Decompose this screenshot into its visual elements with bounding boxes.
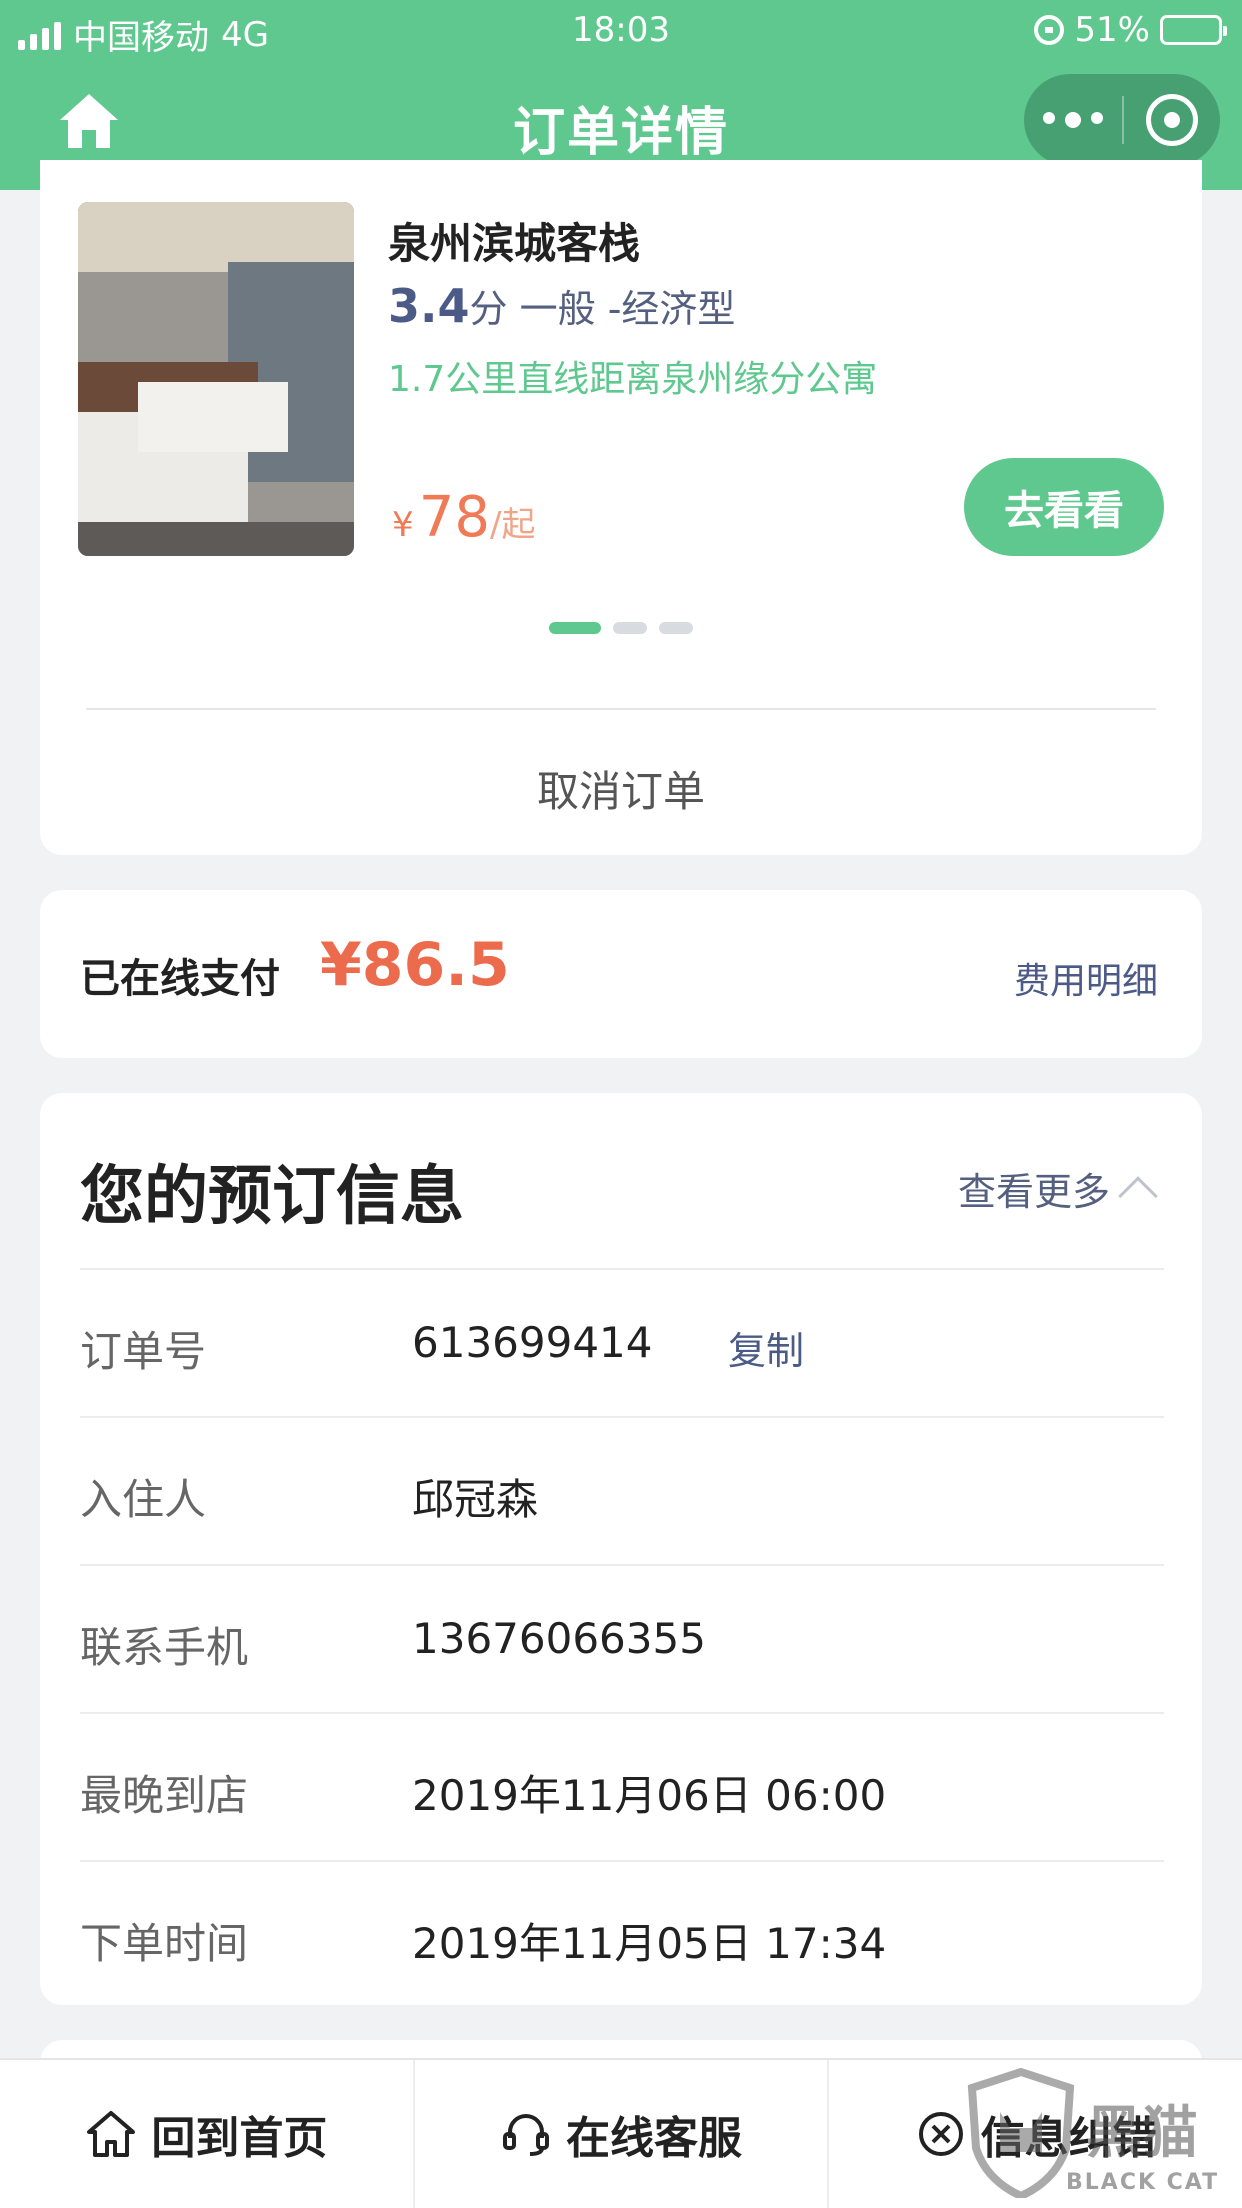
info-key: 最晚到店: [80, 1771, 249, 1820]
carousel-dot-1[interactable]: [549, 622, 601, 634]
price-unit: /起: [490, 505, 536, 545]
info-row-guest: 入住人 邱冠森: [80, 1416, 1164, 1564]
orientation-lock-icon: [1034, 15, 1065, 45]
home-tab-button[interactable]: 回到首页: [0, 2060, 413, 2208]
paid-label: 已在线支付: [80, 956, 280, 1002]
hotel-name[interactable]: 泉州滨城客栈: [388, 210, 640, 271]
hotel-score: 3.4: [388, 279, 470, 333]
house-outline-icon: [87, 2111, 136, 2157]
watermark-text: 黑猫: [1086, 2101, 1198, 2166]
close-target-icon[interactable]: [1124, 94, 1220, 146]
info-value: 2019年11月05日 17:34: [412, 1919, 887, 1968]
info-row-order-number: 订单号 613699414 复制: [80, 1268, 1164, 1416]
paid-amount: ¥86.5: [320, 930, 510, 1000]
carousel-indicator: [40, 622, 1202, 634]
hotel-score-unit: 分: [469, 287, 508, 331]
chevron-up-icon: [1118, 1175, 1158, 1216]
info-key: 入住人: [80, 1475, 207, 1524]
status-bar: 中国移动 4G 18:03 51%: [0, 0, 1242, 60]
hotel-distance: 1.7公里直线距离泉州缘分公寓: [388, 359, 878, 400]
booking-info-list: 订单号 613699414 复制 入住人 邱冠森 联系手机 1367606635…: [80, 1268, 1164, 2008]
info-value: 13676066355: [412, 1614, 706, 1663]
close-circle-icon: [918, 2112, 963, 2156]
info-row-phone: 联系手机 13676066355: [80, 1564, 1164, 1712]
payment-card: 已在线支付 ¥86.5 费用明细: [40, 890, 1202, 1058]
more-icon[interactable]: [1024, 112, 1122, 128]
info-value: 邱冠森: [412, 1475, 539, 1524]
carousel-dot-3[interactable]: [659, 622, 693, 634]
copy-button[interactable]: 复制: [728, 1320, 804, 1375]
battery-icon: [1160, 15, 1227, 45]
info-value: 613699414: [412, 1318, 653, 1367]
go-see-button[interactable]: 去看看: [964, 458, 1164, 556]
see-more-toggle[interactable]: 查看更多: [957, 1161, 1158, 1216]
see-more-label: 查看更多: [957, 1170, 1110, 1214]
watermark-subtext: BLACK CAT: [1066, 2170, 1220, 2195]
hotel-price: ¥ 78/起: [392, 485, 535, 550]
hotel-card: 泉州滨城客栈 3.4分 一般 -经济型 1.7公里直线距离泉州缘分公寓 ¥ 78…: [40, 160, 1202, 855]
status-right: 51%: [1034, 10, 1227, 50]
info-key: 订单号: [80, 1327, 207, 1376]
booking-info-title: 您的预订信息: [80, 1160, 464, 1234]
headset-icon: [503, 2114, 549, 2156]
info-row-latest-arrival: 最晚到店 2019年11月06日 06:00: [80, 1712, 1164, 1860]
shield-cat-icon: [967, 2068, 1075, 2198]
fee-detail-link[interactable]: 费用明细: [1014, 952, 1158, 1004]
info-row-order-time: 下单时间 2019年11月05日 17:34: [80, 1860, 1164, 2008]
hotel-rating-text: 一般 -经济型: [519, 287, 736, 331]
hotel-photo[interactable]: [78, 202, 354, 556]
customer-service-button[interactable]: 在线客服: [412, 2060, 828, 2208]
info-key: 联系手机: [80, 1623, 249, 1672]
price-value: 78: [418, 485, 490, 550]
cancel-order-button[interactable]: 取消订单: [40, 758, 1202, 819]
mini-program-capsule: [1024, 74, 1220, 166]
home-tab-label: 回到首页: [151, 2113, 328, 2164]
divider: [86, 708, 1156, 710]
service-tab-label: 在线客服: [566, 2113, 742, 2164]
info-value: 2019年11月06日 06:00: [412, 1771, 887, 1820]
carousel-dot-2[interactable]: [613, 622, 647, 634]
watermark: 黑猫 BLACK CAT: [966, 2068, 1236, 2208]
price-currency: ¥: [392, 505, 414, 545]
info-key: 下单时间: [80, 1919, 249, 1968]
booking-info-card: 您的预订信息 查看更多 订单号 613699414 复制 入住人 邱冠森 联系手…: [40, 1093, 1202, 2005]
battery-percent: 51%: [1074, 10, 1150, 50]
hotel-rating: 3.4分 一般 -经济型: [388, 278, 735, 333]
